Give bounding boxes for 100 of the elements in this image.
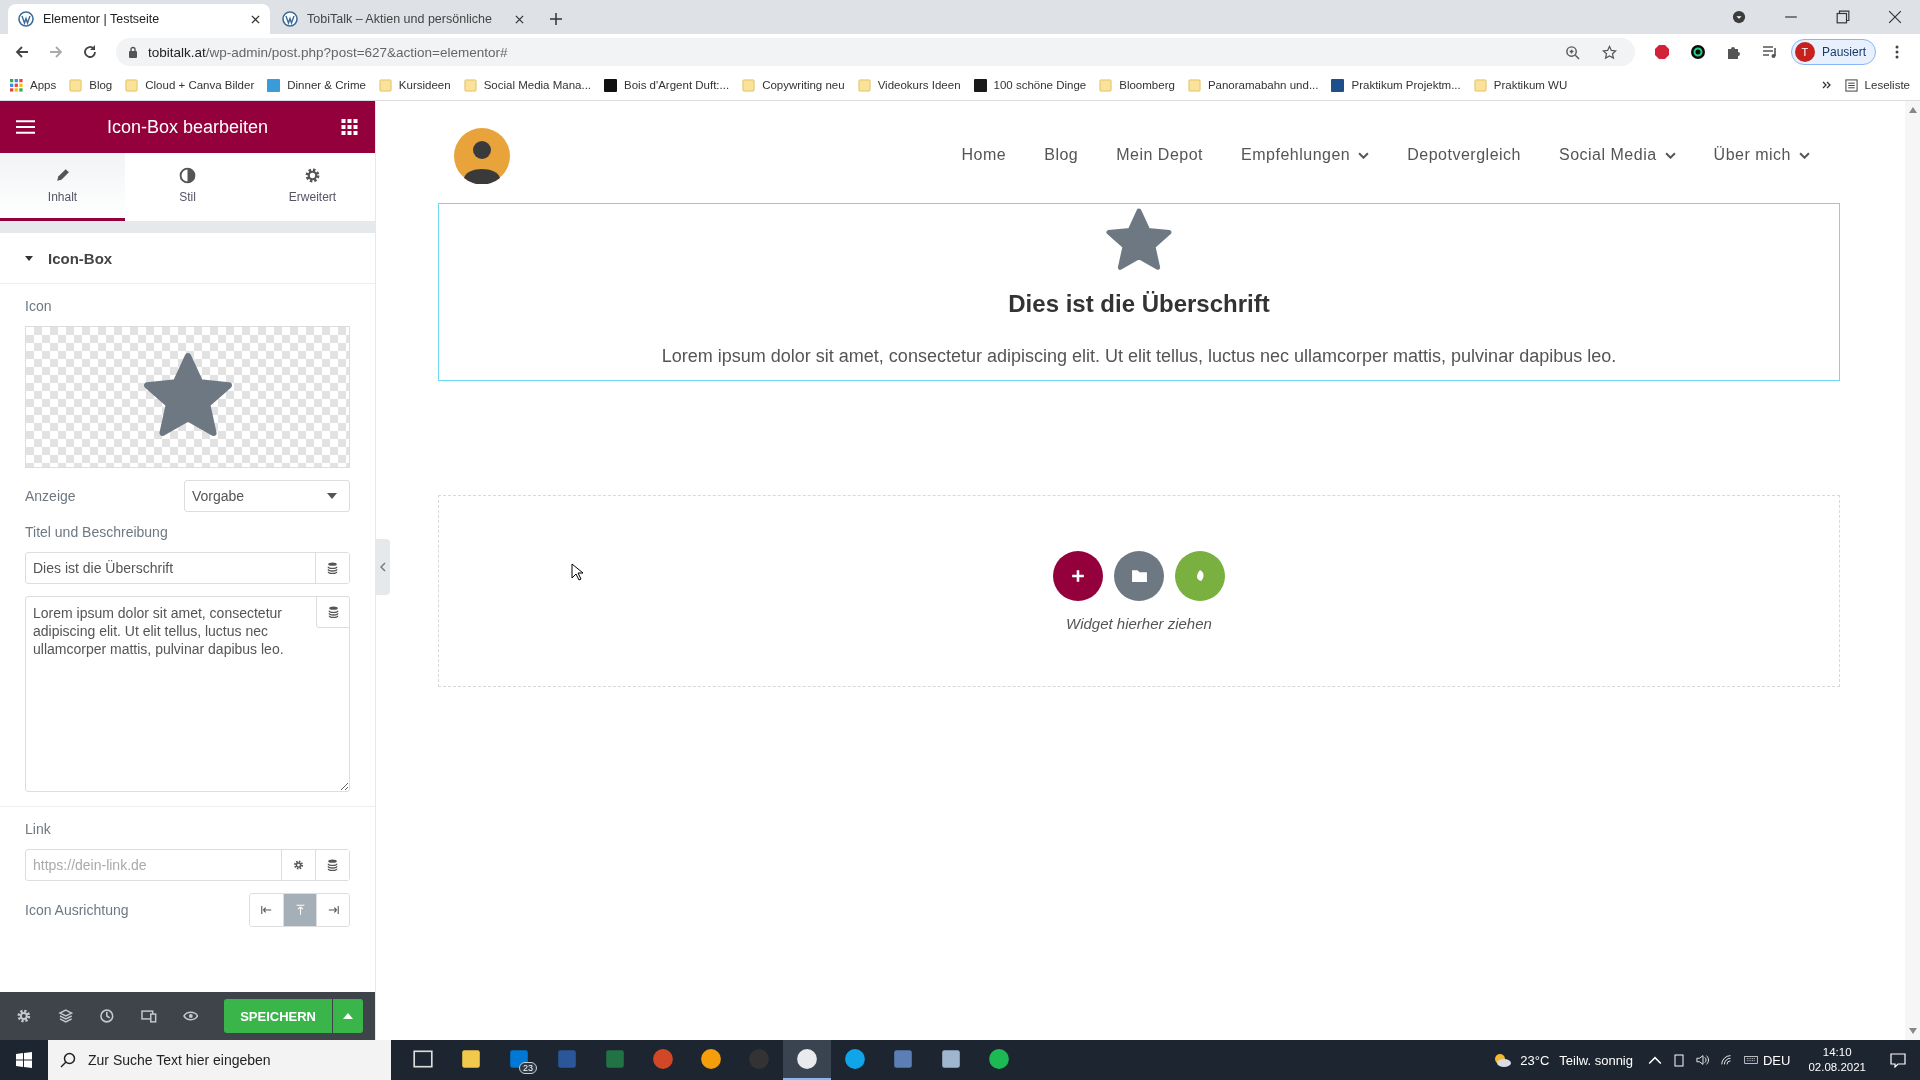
bookmark[interactable]: Bloomberg [1099,78,1175,92]
description-textarea[interactable]: Lorem ipsum dolor sit amet, consectetur adipiscing elit. Ut elit tellus, luctus nec ullamcorper mattis, pulvinar dapibus leo. [25,596,350,792]
bookmark[interactable]: Cloud + Canva Bilder [125,78,255,92]
battery-icon[interactable] [1672,1053,1686,1067]
caret-icon [327,493,337,499]
taskbar-search-field[interactable]: Zur Suche Text hier eingeben [48,1040,391,1080]
app-icon [748,1048,770,1070]
title-input[interactable]: Dies ist die Überschrift [26,553,315,583]
tab-search-icon[interactable] [1732,10,1746,24]
add-section-button[interactable] [1053,550,1103,601]
layers-icon[interactable] [57,1008,74,1024]
template-library-button[interactable] [1114,550,1164,601]
bookmark[interactable]: 100 schöne Dinge [973,78,1087,92]
nav-link[interactable]: Blog [1044,146,1079,164]
keyboard-icon[interactable] [1744,1053,1758,1067]
bookmark[interactable]: Videokurs Ideen [857,78,961,92]
menu-icon[interactable] [16,119,35,135]
bookmark[interactable]: Social Media Mana... [463,78,592,92]
dynamic-tags-button[interactable] [315,850,349,880]
icon-box-widget[interactable]: Dies ist die Überschrift Lorem ipsum dolor sit amet, consectetur adipiscing elit. Ut elit tellus, luctus nec ullamcorper mattis, pulvinar dapibus leo. [438,203,1840,381]
collapse-panel-handle[interactable] [376,539,390,595]
responsive-icon[interactable] [140,1008,157,1024]
nav-link[interactable]: Depotvergleich [1407,146,1521,164]
language-indicator[interactable]: DEU [1763,1052,1791,1068]
close-icon[interactable] [515,14,524,24]
folder-icon [742,78,756,92]
plus-icon[interactable] [550,13,562,25]
list-icon [1844,78,1858,92]
app-icon [940,1048,962,1070]
kit-button[interactable] [1175,550,1225,601]
bookmark[interactable]: Panoramabahn und... [1187,78,1319,92]
scrollbar[interactable] [1905,101,1920,1040]
star-icon[interactable] [1601,44,1617,60]
link-field[interactable]: https://dein-link.de [25,849,350,881]
history-icon[interactable] [99,1008,115,1024]
cursor-icon [571,563,583,581]
database-icon [327,606,339,618]
align-right-icon [327,904,339,916]
bookmark[interactable]: Dinner & Crime [267,78,366,92]
close-icon[interactable] [251,14,260,24]
scroll-up-icon[interactable] [1908,107,1917,113]
reading-list-button[interactable]: Leseliste [1844,78,1910,92]
panel-tab[interactable]: Inhalt [0,153,125,221]
windows-icon[interactable] [16,1052,32,1068]
browser-tab[interactable]: Elementor | Testseite [8,4,270,34]
profile-avatar: T [1794,42,1815,62]
display-select[interactable]: Vorgabe [184,480,350,512]
nav-link[interactable]: Mein Depot [1116,146,1204,164]
nav-link[interactable]: Über mich [1713,146,1810,164]
media-icon[interactable] [1761,44,1778,60]
scroll-down-icon[interactable] [1908,1028,1917,1034]
notification-icon[interactable] [1890,1052,1906,1068]
bookmark[interactable]: Copywriting neu [742,78,845,92]
database-icon [327,859,338,871]
link-input[interactable]: https://dein-link.de [26,850,281,880]
temperature: 23°C [1520,1052,1550,1068]
browser-tab[interactable]: TobiTalk – Aktien und persönliche [272,4,534,34]
puzzle-icon[interactable] [1725,44,1742,60]
dynamic-tags-button[interactable] [315,553,349,583]
reload-icon[interactable] [82,44,98,60]
address-bar[interactable]: tobitalk.at/wp-admin/post.php?post=627&action=elementor# [116,38,1635,66]
bookmark[interactable]: Kursideen [378,78,451,92]
profile-button[interactable]: T Pausiert [1790,39,1876,65]
nav-link[interactable]: Home [961,146,1007,164]
save-options-button[interactable] [333,999,363,1033]
nav-link[interactable]: Social Media [1559,146,1676,164]
folder-icon [463,78,477,92]
restore-icon[interactable] [1836,10,1850,24]
app-icon [652,1048,674,1070]
pencil-icon [54,167,71,184]
caret-icon [24,253,34,263]
grid-icon[interactable] [340,119,359,135]
circle-icon[interactable] [1689,44,1706,60]
bookmark[interactable]: Praktikum WU [1473,78,1568,92]
zoom-icon[interactable] [1564,44,1580,60]
bookmark[interactable]: Apps [10,78,57,92]
weather-icon [1492,1052,1513,1068]
drop-zone[interactable]: Widget hierher ziehen [438,495,1840,687]
bookmark[interactable]: Praktikum Projektm... [1331,78,1461,92]
profile-label: Pausiert [1821,45,1866,59]
clock-time: 14:10 [1822,1045,1852,1060]
close-icon[interactable] [1888,10,1902,24]
icon-picker[interactable] [25,326,350,468]
section-header[interactable]: Icon-Box [0,233,375,284]
back-icon[interactable] [14,44,30,60]
folder-icon [1130,568,1148,583]
bookmark[interactable]: Bois d'Argent Duft:... [604,78,730,92]
stop-sign-icon[interactable] [1653,44,1670,60]
bookmark[interactable]: Blog [69,78,113,92]
nav-link[interactable]: Empfehlungen [1241,146,1370,164]
gear-icon[interactable] [16,1008,32,1024]
more-bookmarks-icon[interactable] [1821,80,1832,90]
title-field[interactable]: Dies ist die Überschrift [25,552,350,584]
wordpress-icon [282,11,298,27]
speaker-icon[interactable] [1696,1053,1710,1067]
dynamic-tags-button[interactable] [316,596,350,628]
taskbar-app[interactable]: 23 [495,1040,543,1080]
taskbar-app[interactable] [783,1040,831,1080]
wifi-icon[interactable] [1720,1053,1734,1067]
database-icon [327,562,338,574]
